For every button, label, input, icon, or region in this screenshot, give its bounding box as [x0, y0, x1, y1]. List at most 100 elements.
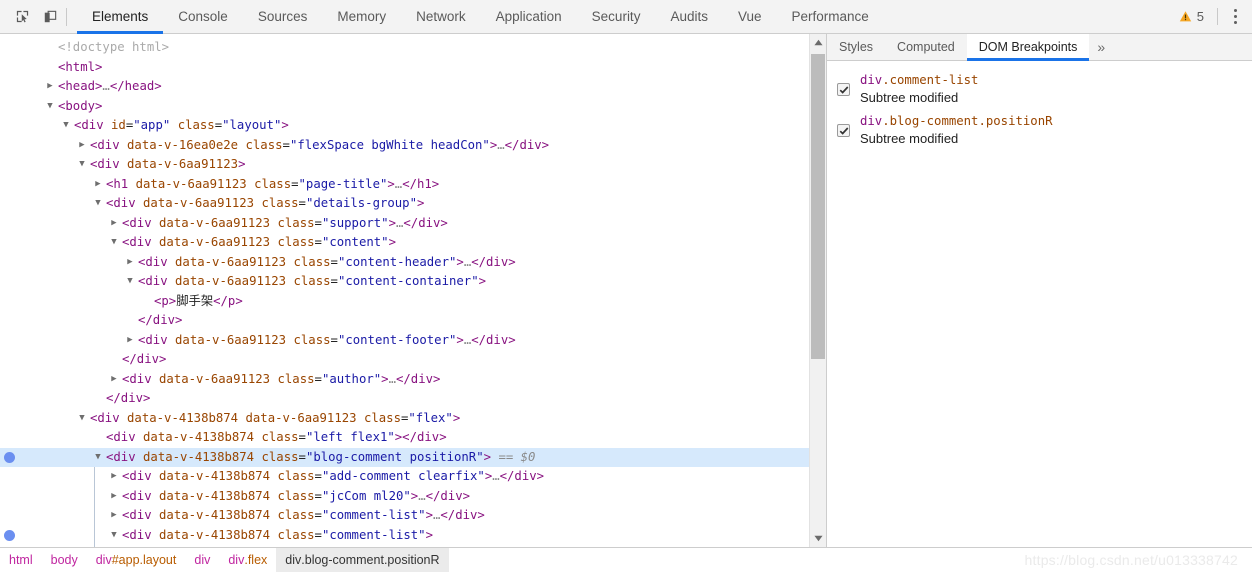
dom-node[interactable]: </div> — [0, 350, 826, 370]
dom-breakpoint-description: Subtree modified — [860, 131, 959, 146]
tab-application[interactable]: Application — [481, 0, 577, 33]
collapse-triangle-icon[interactable]: ▼ — [45, 97, 55, 117]
dom-node-selected[interactable]: ▼ <div data-v-4138b874 class="blog-commen… — [0, 447, 826, 468]
breadcrumb-item[interactable]: html — [0, 548, 42, 572]
more-tabs-chevron-icon[interactable]: » — [1089, 34, 1113, 60]
dom-tree: <!doctype html> <html> ▶ <head>…</head> ▼ <bo… — [0, 38, 826, 547]
dom-breakpoint-selector: div.blog-comment.positionR — [860, 113, 1053, 130]
collapse-triangle-icon[interactable]: ▼ — [125, 272, 135, 292]
dom-breakpoint-texts: div.comment-list Subtree modified — [860, 72, 978, 107]
dom-breakpoint-selector: div.comment-list — [860, 72, 978, 89]
breadcrumb-tag: div — [228, 553, 245, 567]
expand-triangle-icon[interactable]: ▶ — [93, 175, 103, 195]
dom-breakpoint-marker-icon[interactable] — [4, 452, 15, 463]
expand-triangle-icon[interactable]: ▶ — [109, 214, 119, 234]
dom-node[interactable]: ▶ <h1 data-v-6aa91123 class="page-title">… — [0, 175, 826, 195]
collapse-triangle-icon[interactable]: ▼ — [77, 155, 87, 175]
inspect-element-icon[interactable] — [8, 4, 36, 30]
dom-node-markup: <html> — [58, 59, 103, 74]
sidebar-tab-computed[interactable]: Computed — [885, 34, 967, 60]
tab-network[interactable]: Network — [401, 0, 481, 33]
dom-node[interactable]: ▶ <div data-v-6aa91123 class="support">…<… — [0, 214, 826, 234]
dom-node-markup: <div id="app" class="layout"> — [74, 118, 289, 132]
dom-node[interactable]: <html> — [0, 58, 826, 78]
breadcrumb-id: #app — [111, 553, 140, 567]
tab-security[interactable]: Security — [577, 0, 656, 33]
sidebar-tab-styles[interactable]: Styles — [827, 34, 885, 60]
expand-triangle-icon[interactable]: ▶ — [109, 506, 119, 526]
dom-breakpoint-item[interactable]: div.blog-comment.positionR Subtree modifi… — [827, 110, 1252, 151]
dom-node[interactable]: ▼ <body> — [0, 97, 826, 117]
dom-node[interactable]: ▼ <div id="app" class="layout"> — [0, 116, 826, 136]
more-options-icon[interactable] — [1224, 4, 1246, 30]
expand-triangle-icon[interactable]: ▶ — [125, 253, 135, 273]
dom-node[interactable]: ▶ <head>…</head> — [0, 77, 826, 97]
collapse-triangle-icon[interactable]: ▼ — [109, 526, 119, 546]
dom-node[interactable]: ▼ <div data-v-6aa91123 class="content"> — [0, 233, 826, 253]
dom-node[interactable]: ▶ <div data-v-4138b874 class="add-comment… — [0, 467, 826, 487]
dom-node[interactable]: <p>脚手架</p> — [0, 292, 826, 312]
dom-breakpoint-checkbox[interactable] — [837, 83, 850, 96]
dom-node[interactable]: </div> — [0, 311, 826, 331]
tab-sources[interactable]: Sources — [243, 0, 323, 33]
tab-audits[interactable]: Audits — [655, 0, 723, 33]
expand-triangle-icon[interactable]: ▶ — [45, 77, 55, 97]
toolbar-right-group: 5 — [1172, 0, 1252, 33]
tab-memory[interactable]: Memory — [322, 0, 401, 33]
dom-node-markup: <div data-v-6aa91123 class="content-head… — [138, 254, 516, 269]
dom-tree-pane[interactable]: <!doctype html> <html> ▶ <head>…</head> ▼ <bo… — [0, 34, 826, 547]
breadcrumb-item[interactable]: div — [185, 548, 219, 572]
warning-badge[interactable]: 5 — [1172, 9, 1211, 24]
dom-node[interactable]: ▶ <div data-v-6aa91123 class="content-foo… — [0, 331, 826, 351]
dom-breakpoint-selector-tag: div — [860, 114, 883, 128]
collapse-triangle-icon[interactable]: ▼ — [93, 194, 103, 214]
dom-breakpoint-marker-icon[interactable] — [4, 530, 15, 541]
tab-console[interactable]: Console — [163, 0, 243, 33]
dom-node[interactable]: ▼ <div data-v-6aa91123 class="content-con… — [0, 272, 826, 292]
breadcrumb-tag: div — [285, 553, 302, 567]
dom-node[interactable]: ▼ <div data-v-6aa91123 class="details-gro… — [0, 194, 826, 214]
dom-node[interactable]: ▼ <div data-v-4138b874 data-v-6aa91123 cl… — [0, 409, 826, 429]
breadcrumb-item[interactable]: div .flex — [219, 548, 276, 572]
scrollbar-thumb[interactable] — [811, 54, 825, 359]
sidebar-pane: Styles Computed DOM Breakpoints» div.comme… — [827, 34, 1252, 547]
dom-node[interactable]: <div data-v-4138b874 class="left flex1">… — [0, 428, 826, 448]
dom-breakpoint-selector-classes: .comment-list — [882, 73, 979, 87]
dom-node[interactable]: ▼ <div data-v-6aa91123> — [0, 155, 826, 175]
expand-triangle-icon[interactable]: ▶ — [109, 467, 119, 487]
dom-node[interactable]: ▶ <div data-v-6aa91123 class="content-hea… — [0, 253, 826, 273]
dom-breakpoint-item[interactable]: div.comment-list Subtree modified — [827, 69, 1252, 110]
dom-breakpoint-checkbox[interactable] — [837, 124, 850, 137]
scroll-up-arrow-icon[interactable] — [810, 34, 826, 51]
breadcrumb-tag: html — [9, 553, 33, 567]
breadcrumb-item[interactable]: body — [42, 548, 87, 572]
sidebar-tabs: Styles Computed DOM Breakpoints» — [827, 34, 1252, 61]
sidebar-tab-dom-breakpoints[interactable]: DOM Breakpoints — [966, 34, 1090, 61]
expand-triangle-icon[interactable]: ▶ — [125, 331, 135, 351]
scroll-down-arrow-icon[interactable] — [810, 530, 826, 547]
dom-node[interactable]: ▶ <div data-v-4138b874 class="comment-lis… — [0, 506, 826, 526]
dom-node[interactable]: </div> — [0, 389, 826, 409]
dom-node[interactable]: <!doctype html> — [0, 38, 826, 58]
dom-node-markup: <div data-v-6aa91123 class="content-foot… — [138, 332, 516, 347]
expand-triangle-icon[interactable]: ▶ — [77, 136, 87, 156]
tab-vue[interactable]: Vue — [723, 0, 777, 33]
dom-node[interactable]: ▶ <div data-v-6aa91123 class="author">…</… — [0, 370, 826, 390]
dom-node[interactable]: ▶ <div data-v-4138b874 class="jcCom ml20"… — [0, 487, 826, 507]
collapse-triangle-icon[interactable]: ▼ — [77, 409, 87, 429]
collapse-triangle-icon[interactable]: ▼ — [61, 116, 71, 136]
tab-performance[interactable]: Performance — [777, 0, 884, 33]
dom-node-markup: <div data-v-6aa91123 class="author">…</d… — [122, 371, 441, 386]
dom-tree-scrollbar[interactable] — [809, 34, 826, 547]
collapse-triangle-icon[interactable]: ▼ — [109, 233, 119, 253]
expand-triangle-icon[interactable]: ▶ — [109, 370, 119, 390]
expand-triangle-icon[interactable]: ▶ — [109, 487, 119, 507]
dom-node[interactable]: ▶ <div data-v-16ea0e2e class="flexSpace b… — [0, 136, 826, 156]
device-toolbar-icon[interactable] — [36, 4, 64, 30]
breadcrumb-item[interactable]: div #app .layout — [87, 548, 186, 572]
collapse-triangle-icon[interactable]: ▼ — [93, 448, 103, 468]
dom-node[interactable]: ▼ <div data-v-4138b874 class="comment-lis… — [0, 526, 826, 546]
dom-node-markup: </div> — [138, 313, 183, 327]
tab-elements[interactable]: Elements — [77, 0, 164, 34]
breadcrumb-item[interactable]: div .blog-comment.positionR — [276, 548, 449, 572]
